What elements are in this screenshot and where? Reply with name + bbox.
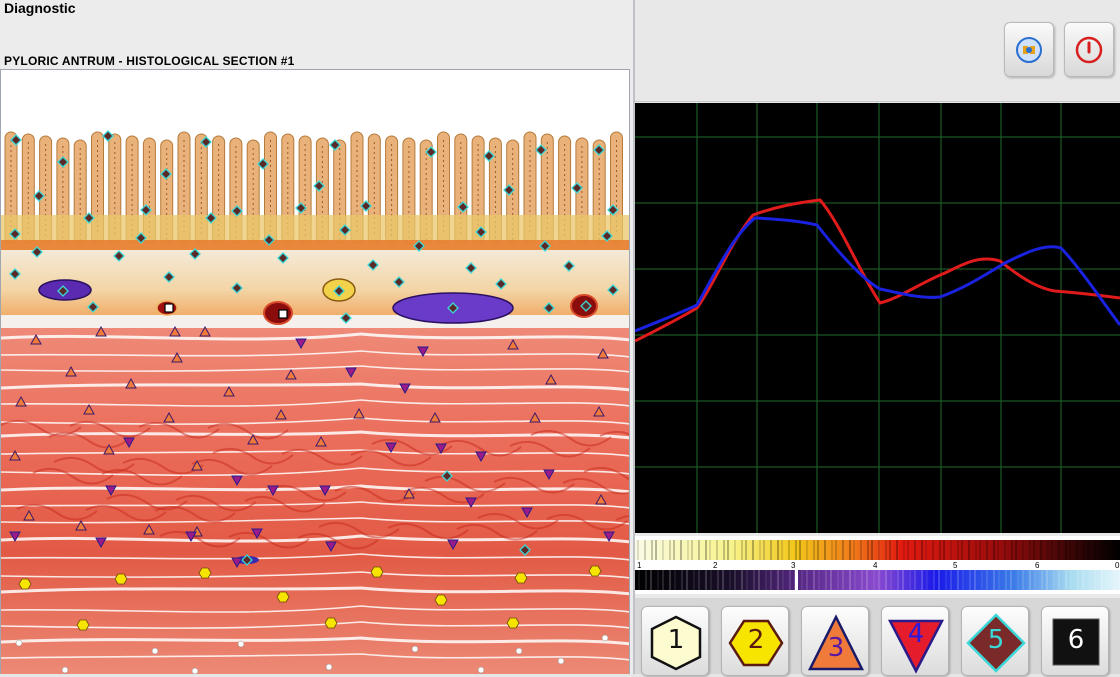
hexagon-marker — [114, 573, 128, 585]
scale-label: 5 — [953, 561, 958, 570]
marker-button-4[interactable]: 4 — [881, 606, 949, 676]
signal-graph — [634, 103, 1120, 533]
section-title: PYLORIC ANTRUM - HISTOLOGICAL SECTION #1 — [4, 54, 295, 68]
window-title: Diagnostic — [4, 0, 76, 16]
scale-marker — [795, 568, 798, 592]
scale-canvas: 1234560 — [635, 540, 1120, 592]
scale-label: 6 — [1035, 561, 1040, 570]
circle-marker — [557, 657, 565, 665]
hexagon-marker — [506, 617, 520, 629]
marker-label-6: 6 — [1067, 625, 1085, 655]
marker-button-1[interactable]: 1 — [641, 606, 709, 676]
circle-marker — [515, 647, 523, 655]
circle-marker — [15, 639, 23, 647]
marker-button-6[interactable]: 6 — [1041, 606, 1109, 676]
hexagon-marker — [324, 617, 338, 629]
hexagon-marker — [18, 578, 32, 590]
marker-button-5[interactable]: 5 — [961, 606, 1029, 676]
power-button[interactable] — [1064, 22, 1114, 77]
color-scales: 1234560 — [635, 536, 1120, 594]
circle-marker — [601, 634, 609, 642]
circle-marker — [325, 663, 333, 671]
marker-button-3[interactable]: 3 — [801, 606, 869, 676]
scale-label: 1 — [637, 561, 642, 570]
vessel — [263, 301, 293, 325]
histology-image[interactable] — [0, 69, 630, 674]
circle-marker — [151, 647, 159, 655]
marker-label-1: 1 — [667, 625, 685, 655]
hexagon-marker — [198, 567, 212, 579]
hexagon-marker — [370, 566, 384, 578]
circle-marker — [237, 640, 245, 648]
hexagon-marker — [514, 572, 528, 584]
marker-button-2[interactable]: 2 — [721, 606, 789, 676]
speaker-icon — [1016, 36, 1042, 63]
graph-canvas — [634, 103, 1120, 533]
square-marker — [164, 303, 174, 313]
hexagon-marker — [434, 594, 448, 606]
circle-marker — [411, 645, 419, 653]
sound-button[interactable] — [1004, 22, 1054, 77]
scale-label: 4 — [873, 561, 878, 570]
tissue-panel: Diagnostic PYLORIC ANTRUM - HISTOLOGICAL… — [0, 0, 633, 674]
marker-label-5: 5 — [987, 625, 1005, 655]
scale-label: 2 — [713, 561, 718, 570]
blue-series-line — [634, 216, 1120, 333]
analysis-panel: 1234560 1 2 3 4 5 6 — [634, 0, 1120, 676]
hexagon-marker — [76, 619, 90, 631]
tissue-canvas — [1, 70, 629, 674]
circle-marker — [61, 666, 69, 674]
marker-toolbar: 1 2 3 4 5 6 — [635, 598, 1120, 676]
marker-label-3: 3 — [827, 633, 845, 663]
circle-marker — [477, 666, 485, 674]
toolbar — [635, 0, 1120, 102]
marker-label-2: 2 — [747, 625, 765, 655]
circle-marker — [191, 667, 199, 674]
square-marker — [278, 309, 288, 319]
hexagon-marker — [276, 591, 290, 603]
power-icon — [1075, 36, 1103, 63]
marker-label-4: 4 — [907, 619, 925, 649]
red-series-line — [634, 198, 1120, 343]
scale-label: 0 — [1115, 561, 1120, 570]
hexagon-marker — [588, 565, 602, 577]
